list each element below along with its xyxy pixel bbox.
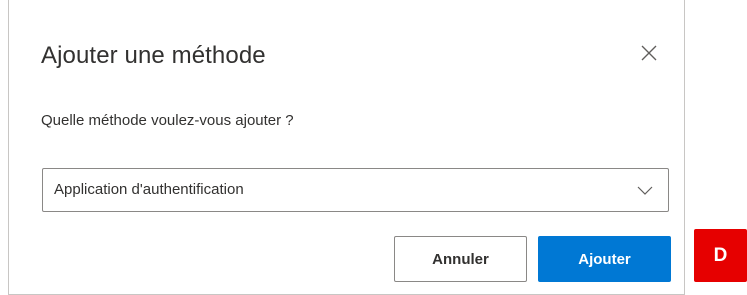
method-select[interactable]: Application d'authentification: [42, 168, 669, 212]
annotation-badge: D: [694, 229, 747, 282]
method-question: Quelle méthode voulez-vous ajouter ?: [41, 112, 294, 129]
dialog-title: Ajouter une méthode: [41, 42, 266, 69]
chevron-down-icon: [637, 184, 653, 196]
cancel-button[interactable]: Annuler: [394, 236, 527, 282]
close-icon[interactable]: [640, 44, 658, 62]
method-select-value: Application d'authentification: [54, 181, 244, 198]
add-method-dialog: Ajouter une méthode Quelle méthode voule…: [8, 0, 685, 295]
add-button[interactable]: Ajouter: [538, 236, 671, 282]
